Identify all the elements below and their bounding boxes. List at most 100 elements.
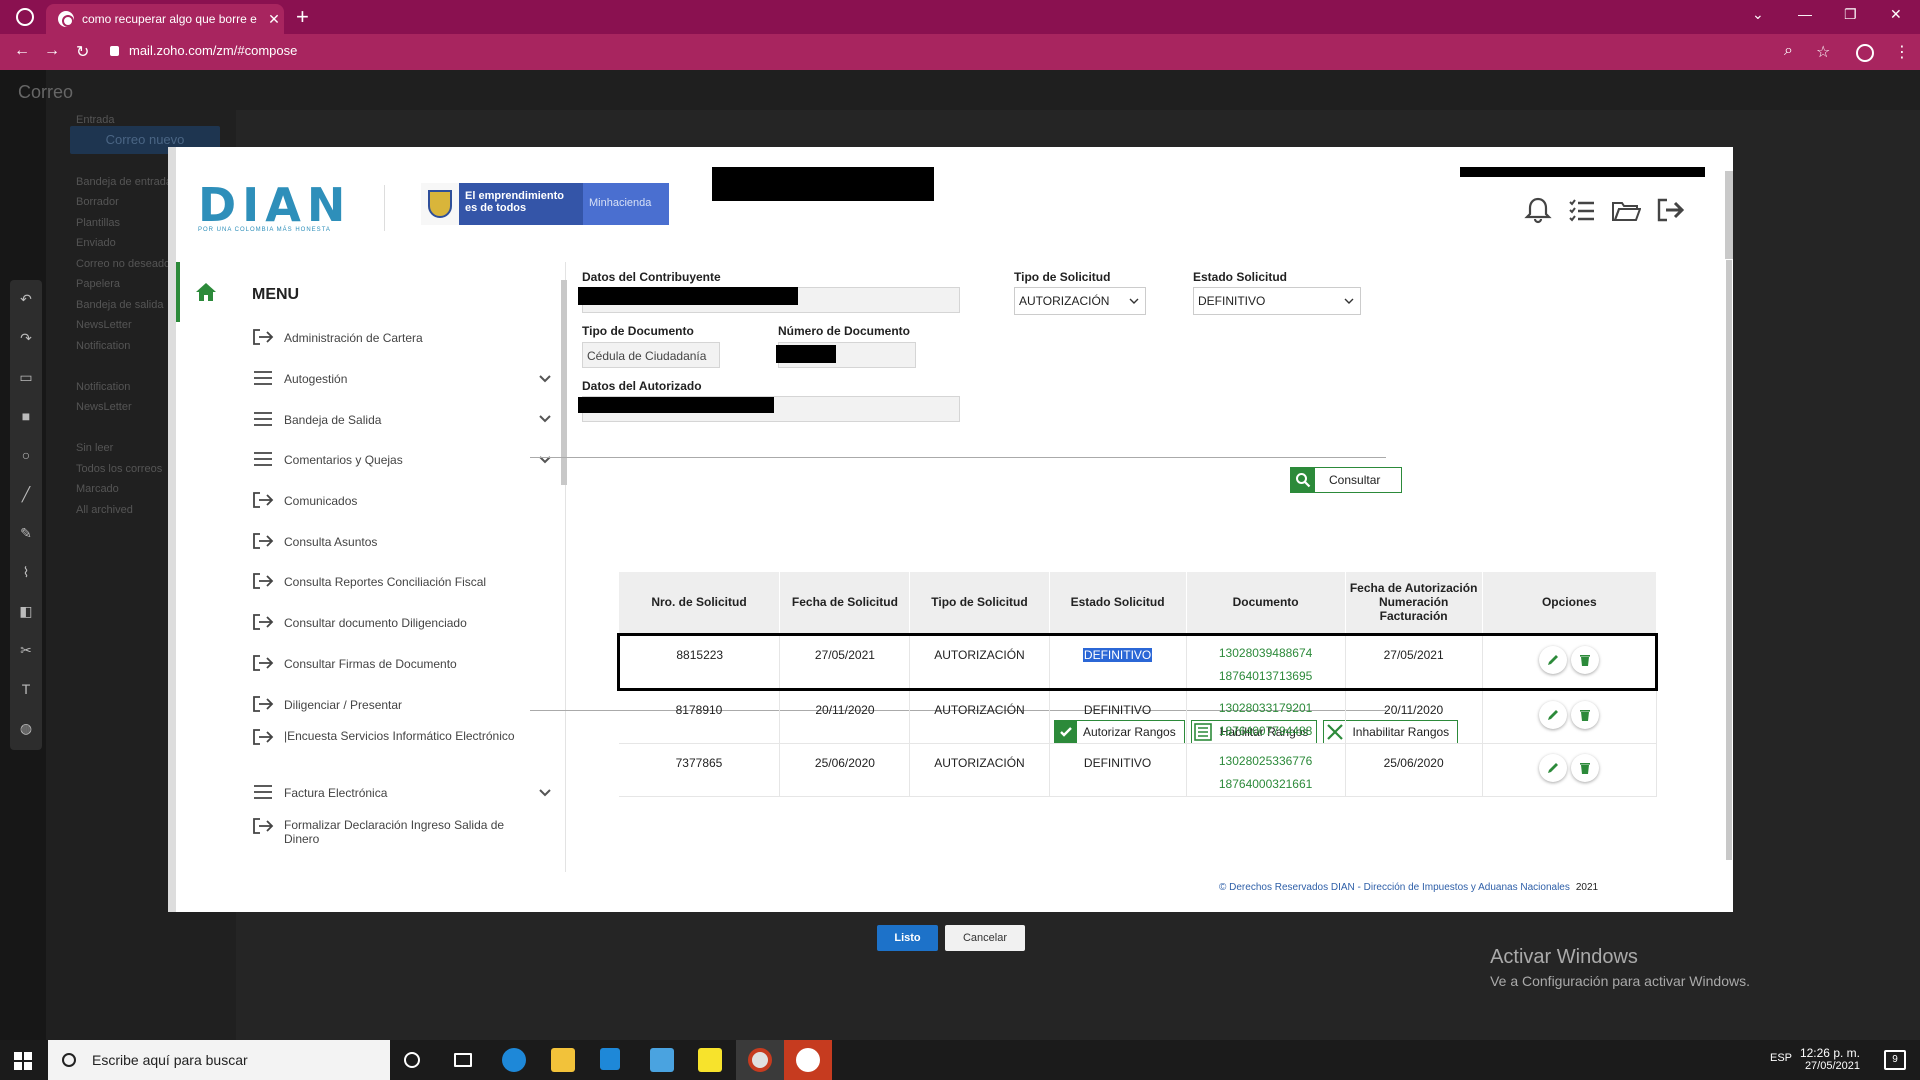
tray-clock[interactable]: 12:26 p. m. 27/05/2021 — [1800, 1046, 1860, 1072]
menu-item[interactable]: Diligenciar / Presentar — [252, 684, 552, 725]
close-window-button[interactable]: ✕ — [1890, 6, 1902, 23]
consultar-button[interactable]: Consultar — [1290, 467, 1402, 493]
ellipse-icon[interactable]: ○ — [10, 436, 42, 475]
edit-pencil-icon[interactable] — [1539, 753, 1568, 782]
header-actions — [1523, 195, 1685, 225]
delete-trash-icon[interactable] — [1571, 753, 1600, 782]
estado-solicitud-select[interactable]: DEFINITIVO — [1193, 287, 1361, 315]
menu-scrollbar-thumb[interactable] — [561, 280, 567, 485]
menu-item[interactable]: Consultar documento Diligenciado — [252, 603, 552, 644]
copyright-text: © Derechos Reservados DIAN - Dirección d… — [1219, 882, 1570, 893]
delete-trash-icon[interactable] — [1570, 645, 1599, 674]
undo-icon[interactable]: ↶ — [10, 280, 42, 319]
table-row[interactable]: 7377865 25/06/2020 AUTORIZACIÓN DEFINITIVO 1… — [618, 743, 1658, 797]
content-scrollbar[interactable] — [1725, 260, 1733, 860]
menu-item[interactable]: Consulta Asuntos — [252, 521, 552, 562]
options-cell — [1482, 632, 1659, 691]
browser-menu-icon[interactable]: ⋮ — [1894, 42, 1910, 62]
restore-button[interactable]: ❐ — [1844, 6, 1857, 23]
edit-pencil-icon[interactable] — [1539, 700, 1568, 729]
document-link[interactable]: 18764013713695 — [1187, 665, 1345, 688]
tipo-solicitud-select[interactable]: AUTORIZACIÓN — [1014, 287, 1146, 315]
enter-arrow-icon — [252, 695, 276, 714]
tipo-documento-field[interactable]: Cédula de Ciudadanía — [582, 342, 720, 368]
menu-item[interactable]: Comentarios y Quejas — [252, 440, 552, 481]
menu-item[interactable]: Factura Electrónica — [252, 773, 552, 814]
document-link[interactable]: 18764007794488 — [1187, 720, 1345, 743]
document-link[interactable]: 18764000321661 — [1187, 773, 1345, 796]
copyright-year: 2021 — [1575, 882, 1599, 893]
status-text: DEFINITIVO — [1082, 647, 1153, 662]
tab-close-icon[interactable]: ✕ — [264, 11, 284, 28]
color-palette-icon[interactable]: ◍ — [10, 709, 42, 748]
document-link[interactable]: 13028039488674 — [1187, 642, 1345, 665]
rectangle-icon[interactable]: ▭ — [10, 358, 42, 397]
blur-icon[interactable]: ✂ — [10, 631, 42, 670]
menu-item[interactable]: Consultar Firmas de Documento — [252, 644, 552, 685]
menu-item[interactable]: Administración de Cartera — [252, 318, 552, 359]
menu-item[interactable]: Consulta Reportes Conciliación Fiscal — [252, 562, 552, 603]
chevron-down-icon[interactable] — [538, 371, 552, 385]
browser-tab-active[interactable]: como recuperar algo que borre e ✕ — [46, 4, 284, 34]
cancelar-button[interactable]: Cancelar — [945, 925, 1025, 951]
line-icon[interactable]: ╱ — [10, 475, 42, 514]
redo-icon[interactable]: ↷ — [10, 319, 42, 358]
windows-taskbar: Escribe aquí para buscar ESP 12:26 p. m.… — [0, 1040, 1920, 1080]
sticky-notes-icon[interactable] — [698, 1048, 722, 1072]
folder-open-icon[interactable] — [1611, 195, 1642, 225]
menu-item[interactable]: Autogestión — [252, 359, 552, 400]
solicitud-type-cell: AUTORIZACIÓN — [909, 743, 1050, 797]
edit-pencil-icon[interactable] — [1538, 645, 1567, 674]
task-view-icon[interactable] — [454, 1053, 472, 1067]
menu-item[interactable]: |Encuesta Servicios Informático Electrón… — [252, 725, 552, 773]
tab-search-icon[interactable]: ⌄ — [1752, 6, 1764, 23]
bell-icon[interactable] — [1523, 195, 1553, 225]
solicitud-number-cell: 7377865 — [618, 743, 781, 797]
menu-scrollbar[interactable] — [560, 270, 568, 870]
listo-button[interactable]: Listo — [877, 925, 938, 951]
forward-icon[interactable]: → — [44, 42, 60, 60]
document-link[interactable]: 13028025336776 — [1187, 750, 1345, 773]
file-explorer-icon[interactable] — [551, 1048, 575, 1072]
minimize-button[interactable]: — — [1798, 6, 1812, 22]
bookmark-star-icon[interactable]: ☆ — [1816, 42, 1830, 62]
table-row[interactable]: 8815223 27/05/2021 AUTORIZACIÓN DEFINITIVO 1… — [616, 632, 1659, 691]
text-icon[interactable]: T — [10, 670, 42, 709]
list-check-icon[interactable] — [1567, 195, 1597, 225]
new-tab-button[interactable]: + — [296, 5, 309, 29]
url-field[interactable]: mail.zoho.com/zm/#compose — [110, 43, 297, 58]
tray-language[interactable]: ESP — [1770, 1052, 1792, 1064]
back-icon[interactable]: ← — [14, 42, 30, 60]
browser-profile-icon[interactable] — [16, 8, 34, 26]
zoom-icon[interactable]: ⌕ — [1784, 42, 1793, 60]
chevron-down-icon[interactable] — [538, 411, 552, 425]
content-scrollbar-thumb[interactable] — [1726, 260, 1732, 860]
home-button[interactable] — [176, 262, 232, 322]
chevron-down-icon[interactable] — [538, 785, 552, 799]
menu-item[interactable]: Comunicados — [252, 481, 552, 522]
notification-center-icon[interactable]: 9 — [1884, 1050, 1906, 1070]
menu-item[interactable]: Formalizar Declaración Ingreso Salida de… — [252, 814, 552, 862]
store-icon[interactable] — [600, 1048, 620, 1070]
tab-title: como recuperar algo que borre e — [82, 12, 257, 26]
taskbar-search-input[interactable]: Escribe aquí para buscar — [48, 1040, 390, 1080]
mail-icon[interactable] — [650, 1048, 674, 1072]
menu-item[interactable]: Bandeja de Salida — [252, 399, 552, 440]
document-link[interactable]: 13028033179201 — [1187, 697, 1345, 720]
windows-start-icon[interactable] — [14, 1052, 32, 1070]
edge-icon[interactable] — [502, 1048, 526, 1072]
annotation-toolbar: ↶ ↷ ▭ ■ ○ ╱ ✎ ⌇ ◧ ✂ T ◍ — [10, 280, 42, 750]
highlighter-icon[interactable]: ⌇ — [10, 553, 42, 592]
chevron-down-icon[interactable] — [538, 452, 552, 466]
delete-trash-icon[interactable] — [1571, 700, 1600, 729]
header-scrollbar[interactable] — [1725, 171, 1733, 259]
filled-rectangle-icon[interactable]: ■ — [10, 397, 42, 436]
cortana-icon[interactable] — [404, 1052, 420, 1068]
fill-icon[interactable]: ◧ — [10, 592, 42, 631]
reload-icon[interactable]: ↻ — [76, 42, 89, 62]
account-icon[interactable] — [1856, 44, 1874, 62]
logout-icon[interactable] — [1655, 195, 1685, 225]
status-text: DEFINITIVO — [1083, 702, 1152, 717]
pen-icon[interactable]: ✎ — [10, 514, 42, 553]
table-row[interactable]: 8178910 20/11/2020 AUTORIZACIÓN DEFINITIVO 1… — [618, 689, 1658, 744]
